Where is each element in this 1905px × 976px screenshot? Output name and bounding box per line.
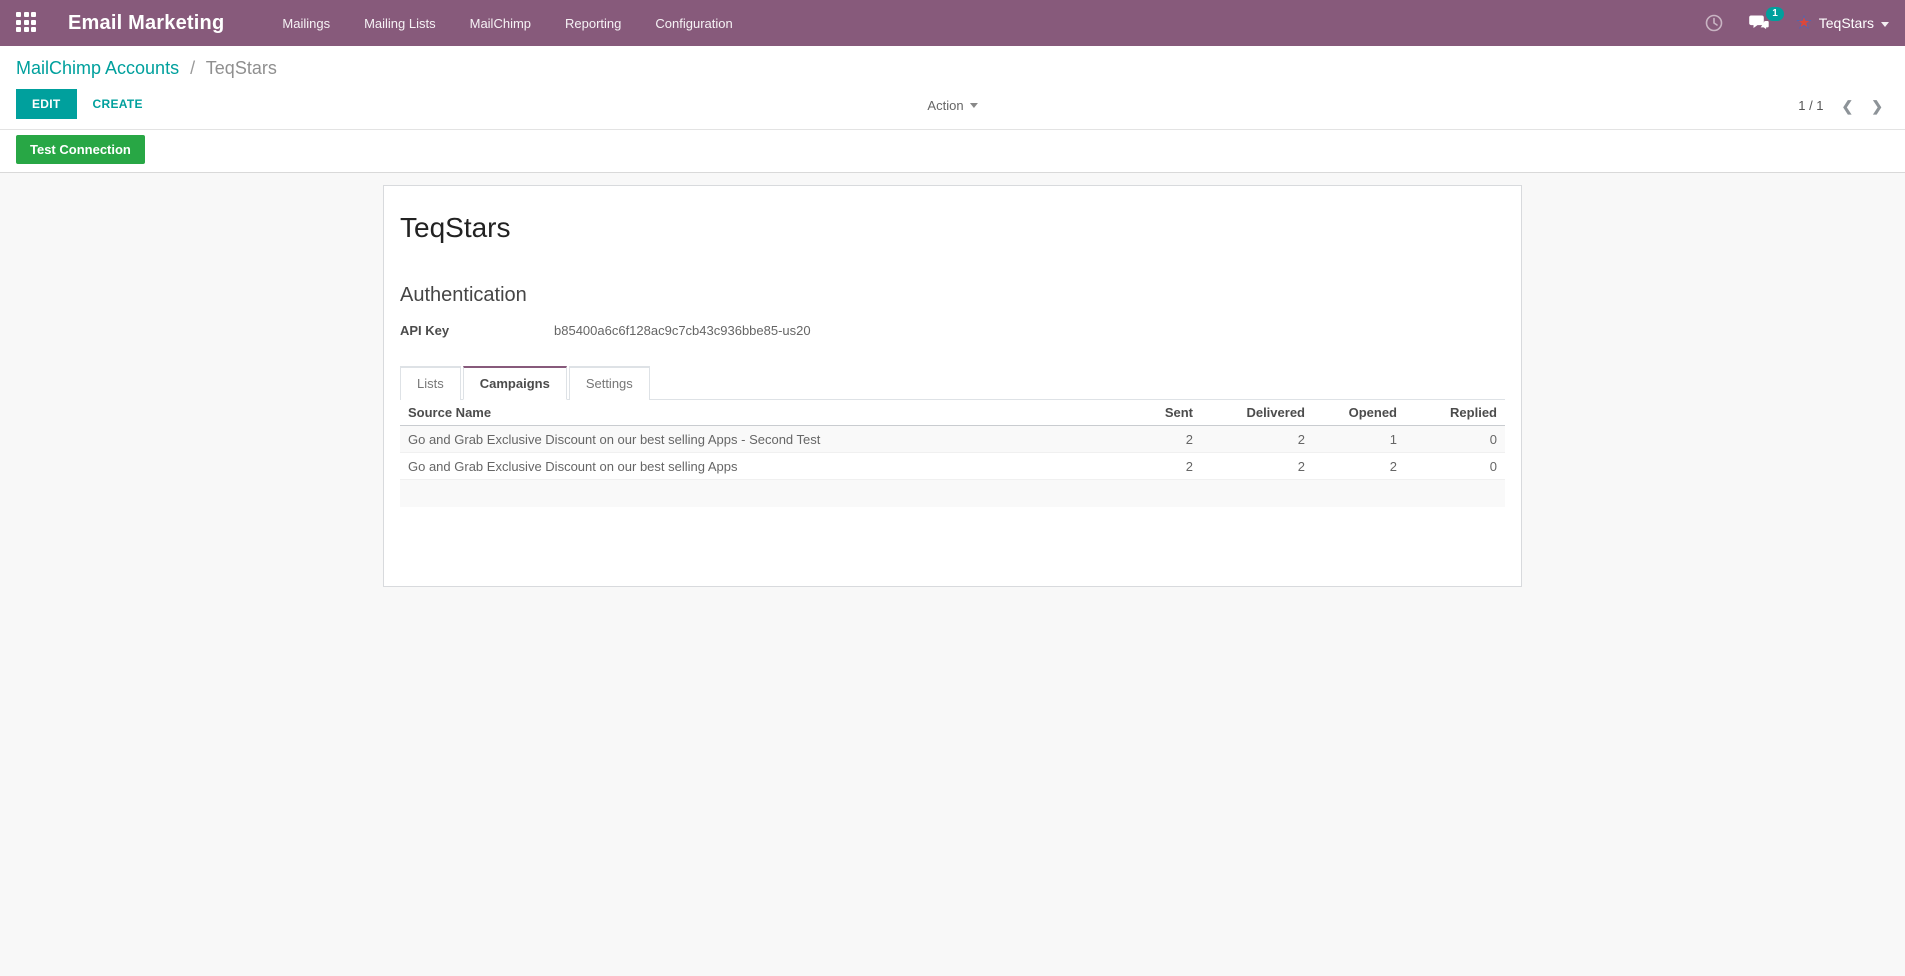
authentication-section-title: Authentication	[400, 284, 527, 306]
control-panel: MailChimp Accounts / TeqStars EDIT CREAT…	[0, 46, 1905, 130]
record-title: TeqStars	[400, 212, 511, 243]
top-navbar: Email Marketing Mailings Mailing Lists M…	[0, 0, 1905, 46]
main-menu: Mailings Mailing Lists MailChimp Reporti…	[282, 16, 732, 31]
tab-campaigns[interactable]: Campaigns	[462, 366, 567, 400]
apps-grid-icon[interactable]	[16, 12, 38, 34]
user-name: TeqStars	[1818, 15, 1874, 31]
campaigns-table: Source Name Sent Delivered Opened Replie…	[400, 400, 1505, 507]
pager-next-icon[interactable]: ❯	[1871, 99, 1883, 113]
message-count-badge: 1	[1766, 7, 1784, 21]
tab-settings[interactable]: Settings	[568, 366, 650, 400]
user-menu[interactable]: TeqStars	[1796, 15, 1889, 31]
cell-source-name: Go and Grab Exclusive Discount on our be…	[400, 452, 1101, 480]
table-row[interactable]: Go and Grab Exclusive Discount on our be…	[400, 425, 1505, 453]
api-key-field-row: API Key b85400a6c6f128ac9c7cb43c936bbe85…	[400, 323, 1505, 338]
notebook-tabs: Lists Campaigns Settings	[400, 366, 1505, 400]
column-header-delivered[interactable]: Delivered	[1201, 400, 1313, 426]
column-header-replied[interactable]: Replied	[1405, 400, 1505, 426]
create-button[interactable]: CREATE	[77, 90, 159, 118]
empty-table-row	[400, 479, 1505, 507]
edit-button[interactable]: EDIT	[16, 89, 77, 119]
messages-icon[interactable]: 1	[1748, 7, 1784, 32]
api-key-value: b85400a6c6f128ac9c7cb43c936bbe85-us20	[554, 323, 811, 338]
activities-clock-icon[interactable]	[1705, 14, 1723, 32]
breadcrumb-separator: /	[190, 58, 196, 78]
cell-opened: 2	[1313, 452, 1405, 480]
pager-value: 1 / 1	[1798, 98, 1824, 113]
cell-source-name: Go and Grab Exclusive Discount on our be…	[400, 425, 1101, 453]
tab-lists[interactable]: Lists	[400, 366, 461, 400]
cell-delivered: 2	[1201, 452, 1313, 480]
company-logo-icon	[1796, 15, 1812, 31]
menu-reporting[interactable]: Reporting	[565, 16, 621, 31]
app-title[interactable]: Email Marketing	[68, 12, 224, 35]
cell-replied: 0	[1405, 452, 1505, 480]
cell-delivered: 2	[1201, 425, 1313, 453]
breadcrumb: MailChimp Accounts / TeqStars	[16, 58, 1889, 79]
test-connection-button[interactable]: Test Connection	[16, 135, 145, 164]
menu-mailchimp[interactable]: MailChimp	[470, 16, 531, 31]
column-header-source-name[interactable]: Source Name	[400, 400, 1101, 426]
table-row[interactable]: Go and Grab Exclusive Discount on our be…	[400, 452, 1505, 480]
cell-replied: 0	[1405, 425, 1505, 453]
column-header-sent[interactable]: Sent	[1101, 400, 1201, 426]
action-dropdown[interactable]: Action	[927, 98, 978, 113]
menu-mailing-lists[interactable]: Mailing Lists	[364, 16, 436, 31]
form-view: TeqStars Authentication API Key b85400a6…	[0, 173, 1905, 587]
pager: 1 / 1 ❮ ❯	[1798, 98, 1883, 113]
chevron-down-icon	[1881, 21, 1889, 27]
cell-sent: 2	[1101, 452, 1201, 480]
api-key-label: API Key	[400, 323, 450, 338]
menu-configuration[interactable]: Configuration	[655, 16, 732, 31]
pager-previous-icon[interactable]: ❮	[1842, 99, 1854, 113]
table-header-row: Source Name Sent Delivered Opened Replie…	[400, 400, 1505, 426]
cell-opened: 1	[1313, 425, 1405, 453]
breadcrumb-parent-link[interactable]: MailChimp Accounts	[16, 58, 179, 78]
column-header-opened[interactable]: Opened	[1313, 400, 1405, 426]
cell-sent: 2	[1101, 425, 1201, 453]
record-sheet: TeqStars Authentication API Key b85400a6…	[383, 185, 1522, 587]
statusbar: Test Connection	[0, 130, 1905, 173]
chevron-down-icon	[969, 103, 978, 108]
menu-mailings[interactable]: Mailings	[282, 16, 330, 31]
breadcrumb-current: TeqStars	[205, 58, 277, 78]
action-dropdown-label: Action	[927, 98, 964, 113]
